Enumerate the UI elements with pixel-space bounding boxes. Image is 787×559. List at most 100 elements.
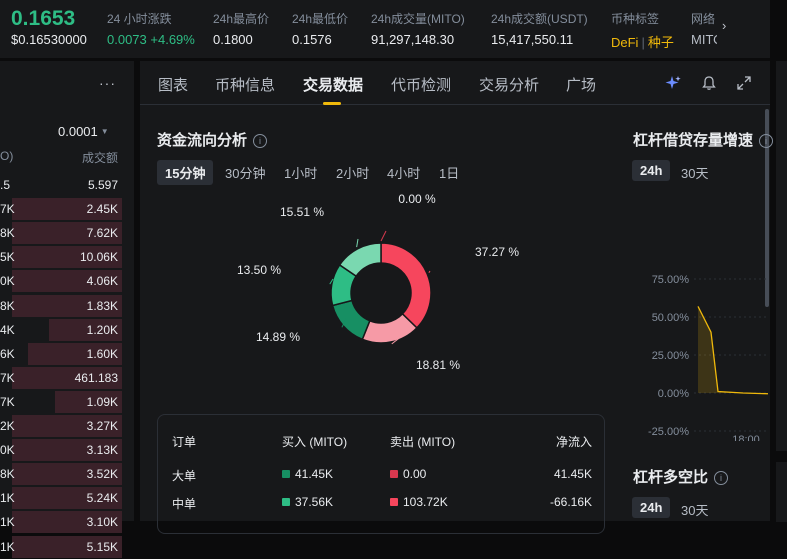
donut-label: 13.50 %: [237, 263, 281, 277]
ob-turnover: 3.13K: [86, 443, 118, 458]
ob-row[interactable]: 7K 2.45K: [0, 197, 122, 221]
info-icon[interactable]: i: [714, 471, 729, 485]
tab-chart[interactable]: 图表: [158, 74, 188, 95]
margin-period-30d[interactable]: 30天: [681, 160, 708, 185]
chevron-right-icon[interactable]: ›: [722, 18, 726, 33]
stat-tags-value: DeFi | 种子: [611, 32, 674, 51]
right-edge-panel: [776, 61, 787, 451]
long-short-title-text: 杠杆多空比: [633, 469, 709, 486]
fund-flow-title: 资金流向分析 i: [157, 129, 268, 150]
ls-period-24h[interactable]: 24h: [632, 497, 671, 518]
ob-row[interactable]: 1K 5.24K: [0, 486, 122, 510]
row-large-sell-value: 0.00: [403, 467, 427, 481]
margin-period-24h[interactable]: 24h: [632, 160, 671, 181]
ob-turnover: 7.62K: [86, 226, 118, 241]
tab-coin-info[interactable]: 币种信息: [215, 74, 275, 95]
donut-slice[interactable]: [331, 299, 371, 341]
ob-turnover: 461.183: [74, 370, 118, 385]
y-tick-label: -25.00%: [648, 426, 689, 438]
ticker-bar: 0.1653 $0.16530000 24 小时涨跌 0.0073 +4.69%…: [0, 0, 770, 58]
change-pct: +4.69%: [150, 32, 195, 47]
stat-24h-low-label: 24h最低价: [292, 12, 349, 26]
row-large-sell: 0.00: [390, 467, 426, 481]
main-panel: 图表 币种信息 交易数据 代币检测 交易分析 广场 资金流向分析 i 15分钟 3…: [140, 61, 774, 534]
col-buy: 买入 (MITO): [282, 435, 348, 449]
ob-row[interactable]: 0K 3.13K: [0, 438, 122, 462]
ob-row[interactable]: 6K 1.60K: [0, 342, 122, 366]
stat-24h-turnover-label: 24h成交额(USDT): [491, 12, 588, 26]
more-icon[interactable]: ···: [99, 75, 116, 91]
period-15m[interactable]: 15分钟: [157, 160, 214, 185]
ob-row[interactable]: 0K 4.06K: [0, 269, 122, 293]
ob-amount: 1K: [0, 515, 15, 530]
x-tick-label: 18:00: [732, 434, 760, 441]
ob-header-amount: O): [0, 149, 14, 163]
info-icon[interactable]: i: [759, 134, 774, 148]
fund-flow-title-text: 资金流向分析: [157, 132, 248, 149]
period-1h[interactable]: 1小时: [284, 160, 317, 185]
last-price-usd: $0.16530000: [11, 32, 87, 47]
ob-turnover: 1.09K: [86, 394, 118, 409]
row-medium-type: 中单: [172, 497, 197, 511]
stat-24h-change-label: 24 小时涨跌: [107, 12, 172, 26]
donut-leader-line: [428, 270, 431, 274]
col-order: 订单: [172, 435, 197, 449]
tab-token-check[interactable]: 代币检测: [391, 74, 451, 95]
tab-trade-analysis[interactable]: 交易分析: [479, 74, 539, 95]
donut-leader-line: [356, 238, 359, 248]
tab-square[interactable]: 广场: [566, 74, 596, 95]
ls-period-30d[interactable]: 30天: [681, 497, 708, 522]
ob-amount: 6K: [0, 346, 15, 361]
ob-row[interactable]: 2K 3.27K: [0, 414, 122, 438]
ob-amount: 8K: [0, 298, 15, 313]
y-tick-label: 0.00%: [658, 388, 689, 400]
ob-row[interactable]: 1K 5.15K: [0, 535, 122, 559]
stat-network-label: 网络: [691, 12, 716, 26]
ob-row[interactable]: 8K 1.83K: [0, 294, 122, 318]
donut-label: 0.00 %: [398, 192, 436, 206]
precision-select[interactable]: 0.0001 ▼: [58, 124, 109, 139]
ob-amount: 0K: [0, 274, 15, 289]
ob-turnover: 3.10K: [86, 515, 118, 530]
tag-seed[interactable]: 种子: [648, 35, 674, 50]
period-30m[interactable]: 30分钟: [225, 160, 265, 185]
stat-network-value: MITO: [691, 32, 717, 47]
row-large-buy-value: 41.45K: [295, 467, 334, 481]
ob-amount: 7K: [0, 202, 15, 217]
row-medium-buy: 37.56K: [282, 495, 333, 509]
ob-row[interactable]: 8K 7.62K: [0, 221, 122, 245]
period-4h[interactable]: 4小时: [387, 160, 420, 185]
period-2h[interactable]: 2小时: [336, 160, 369, 185]
donut-slice[interactable]: [380, 242, 432, 329]
donut-leader-line: [380, 230, 387, 242]
stat-24h-high-label: 24h最高价: [213, 12, 270, 26]
stat-24h-change-value: 0.0073 +4.69%: [107, 32, 195, 47]
stat-24h-vol-label: 24h成交量(MITO): [371, 12, 465, 26]
ob-row[interactable]: .5 5.597: [0, 173, 122, 197]
ai-sparkle-icon[interactable]: [665, 75, 681, 91]
ob-amount: 2K: [0, 419, 15, 433]
ob-amount: 5K: [0, 250, 15, 265]
ob-amount: 1K: [0, 539, 15, 554]
order-book: ··· 0.0001 ▼ O) 成交额 .5 5.597 7K 2.45K 8K 7.62K…: [0, 61, 134, 558]
tag-divider: |: [641, 35, 645, 50]
bell-icon[interactable]: [701, 75, 717, 91]
y-tick-label: 75.00%: [652, 274, 690, 286]
ob-row[interactable]: 7K 1.09K: [0, 390, 122, 414]
ob-amount: 8K: [0, 467, 15, 482]
ob-row[interactable]: 8K 3.52K: [0, 462, 122, 486]
tab-trade-data[interactable]: 交易数据: [303, 74, 363, 95]
precision-value: 0.0001: [58, 124, 98, 139]
expand-icon[interactable]: [736, 75, 752, 91]
ob-row[interactable]: 7K 461.183: [0, 366, 122, 390]
tab-bar: 图表 币种信息 交易数据 代币检测 交易分析 广场: [140, 61, 770, 105]
right-edge-panel-lower: [776, 462, 787, 522]
ob-row[interactable]: 5K 10.06K: [0, 245, 122, 269]
ob-row[interactable]: 4K 1.20K: [0, 318, 122, 342]
donut-label: 18.81 %: [416, 358, 460, 372]
fund-flow-donut-chart: 0.00 % 37.27 % 18.81 % 14.89 % 13.50 % 15.51 …: [237, 192, 519, 372]
ob-row[interactable]: 1K 3.10K: [0, 510, 122, 534]
tag-defi[interactable]: DeFi: [611, 35, 638, 50]
info-icon[interactable]: i: [253, 134, 268, 148]
period-1d[interactable]: 1日: [439, 160, 459, 185]
